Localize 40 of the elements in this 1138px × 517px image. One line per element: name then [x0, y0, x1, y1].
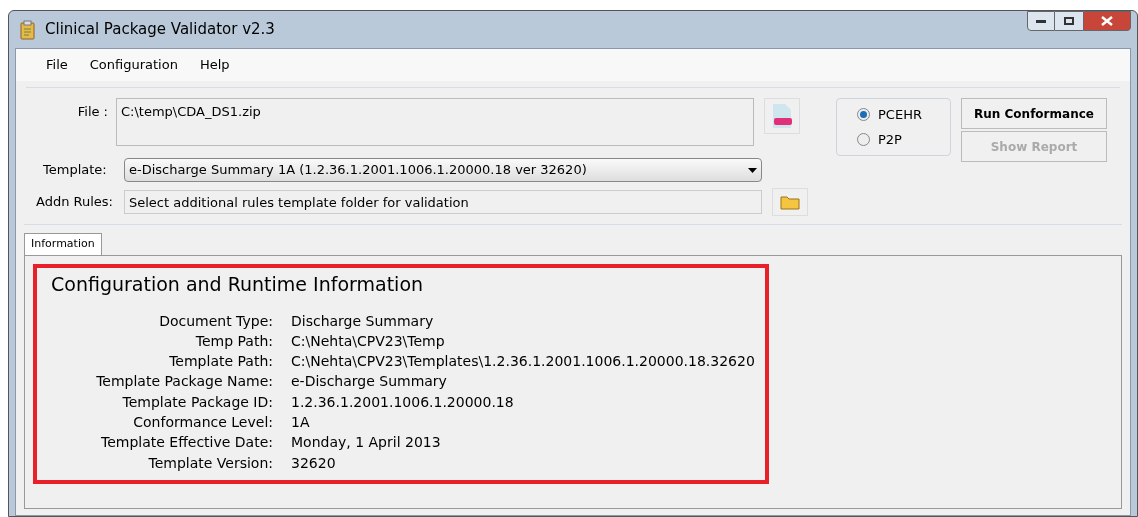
info-label: Conformance Level: [132, 413, 273, 432]
xml-file-icon [771, 103, 793, 129]
information-tab[interactable]: Information [24, 233, 102, 255]
info-label: Template Package ID: [121, 392, 273, 412]
addn-rules-label: Addn Rules: [35, 193, 114, 212]
run-conformance-button[interactable]: Run Conformance [961, 98, 1107, 129]
addn-rules-field[interactable]: Select additional rules template folder for validation [124, 190, 762, 214]
info-value: C:\Nehta\CPV23\Templates\1.2.36.1.2001.1006.1.20000.18.32620 [291, 352, 755, 372]
file-path-field[interactable]: C:\temp\CDA_DS1.zip [116, 98, 754, 146]
info-label: Template Path: [168, 352, 273, 372]
menu-item[interactable]: File [46, 55, 68, 75]
close-icon [1101, 16, 1113, 26]
info-label: Temp Path: [194, 331, 273, 351]
mode-radio[interactable]: P2P [857, 130, 950, 150]
info-value: 1.2.36.1.2001.1006.1.20000.18 [291, 392, 515, 412]
caret-icon [748, 167, 757, 173]
file-label: File : [76, 103, 109, 121]
info-label: Template Package Name: [95, 372, 273, 392]
menu-item[interactable]: Configuration [89, 55, 178, 75]
info-value: C:\Nehta\CPV23\Temp [291, 331, 446, 351]
info-value: 1A [291, 413, 311, 432]
mode-radio[interactable]: PCEHR [857, 104, 950, 124]
close-button[interactable] [1083, 11, 1131, 31]
minimize-button[interactable] [1027, 11, 1055, 31]
info-value: e-Discharge Summary [291, 372, 448, 392]
info-value: Monday, 1 April 2013 [291, 433, 442, 453]
menu-item[interactable]: Help [199, 55, 230, 75]
template-dropdown[interactable]: e-Discharge Summary 1A (1.2.36.1.2001.1006.1.20000.18 ver 32620) [124, 158, 762, 182]
info-value: Discharge Summary [291, 311, 435, 331]
info-label: Template Effective Date: [99, 433, 273, 453]
info-value: 32620 [291, 453, 337, 473]
clipboard-icon [19, 19, 37, 40]
folder-icon [780, 194, 800, 210]
window-title: Clinical Package Validator v2.3 [45, 19, 275, 41]
maximize-button[interactable] [1055, 11, 1083, 31]
info-label: Template Version: [147, 453, 273, 473]
info-label: Document Type: [158, 311, 273, 331]
template-label: Template: [42, 161, 108, 180]
info-title: Configuration and Runtime Information [51, 272, 425, 297]
xml-file-button[interactable] [764, 98, 800, 134]
